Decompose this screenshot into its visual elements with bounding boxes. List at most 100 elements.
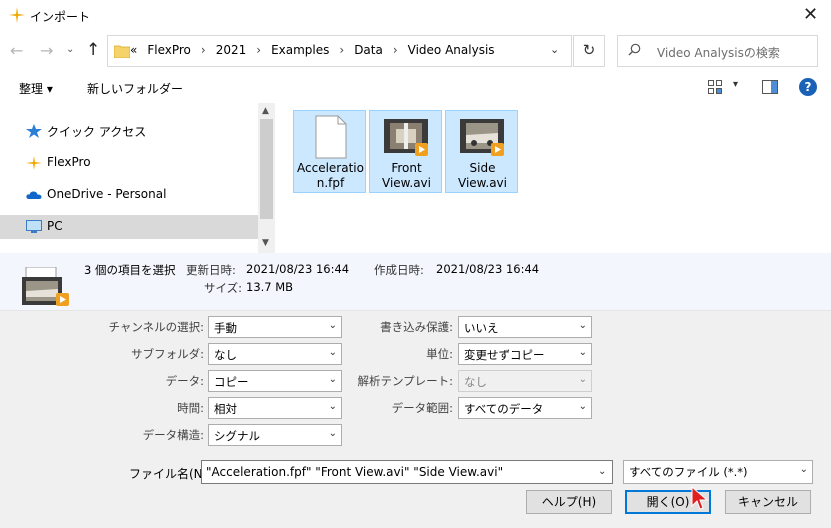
new-folder-button[interactable]: 新しいフォルダー bbox=[87, 80, 183, 97]
channel-select-label: チャンネルの選択: bbox=[108, 320, 204, 334]
breadcrumb-separator[interactable]: › bbox=[201, 43, 206, 57]
back-arrow-icon[interactable]: ← bbox=[10, 41, 23, 60]
mouse-cursor-icon bbox=[691, 486, 709, 510]
channel-select-combo[interactable]: 手動 ⌄ bbox=[208, 316, 342, 338]
scroll-up-icon[interactable]: ▲ bbox=[262, 106, 269, 116]
chevron-down-icon: ⌄ bbox=[578, 374, 587, 385]
time-combo[interactable]: 相対 ⌄ bbox=[208, 397, 342, 419]
scroll-down-icon[interactable]: ▼ bbox=[262, 238, 269, 248]
chevron-down-icon[interactable]: ⌄ bbox=[598, 466, 606, 477]
view-dropdown-icon[interactable]: ▾ bbox=[733, 79, 738, 90]
file-item-acceleration[interactable]: Acceleration.fpf bbox=[293, 110, 366, 193]
sidebar-item-label: クイック アクセス bbox=[47, 125, 147, 139]
sidebar-item-label: OneDrive - Personal bbox=[47, 187, 167, 201]
chevron-down-icon: ⌄ bbox=[578, 347, 587, 358]
breadcrumb-item-flexpro[interactable]: FlexPro bbox=[147, 43, 191, 57]
video-icon bbox=[460, 119, 504, 156]
data-structure-label: データ構造: bbox=[142, 428, 204, 442]
file-type-combo[interactable]: すべてのファイル (*.*) ⌄ bbox=[623, 460, 813, 484]
chevron-down-icon: ⌄ bbox=[328, 320, 337, 331]
created-label: 作成日時: bbox=[374, 263, 424, 277]
recent-locations-chevron-icon[interactable]: ⌄ bbox=[66, 44, 74, 55]
combo-value: コピー bbox=[214, 375, 249, 389]
title-bar: インポート ✕ bbox=[0, 0, 831, 32]
combo-value: なし bbox=[214, 348, 237, 362]
chevron-down-icon: ⌄ bbox=[578, 320, 587, 331]
sidebar-item-flexpro[interactable]: FlexPro bbox=[0, 151, 258, 175]
search-input[interactable]: Video Analysisの検索 bbox=[617, 35, 818, 67]
sidebar-item-pc[interactable]: PC bbox=[0, 215, 258, 239]
subfolder-combo[interactable]: なし ⌄ bbox=[208, 343, 342, 365]
flexpro-app-icon bbox=[9, 7, 25, 23]
address-dropdown-chevron-icon[interactable]: ⌄ bbox=[550, 43, 559, 56]
up-arrow-icon[interactable]: ↑ bbox=[86, 40, 100, 60]
write-protect-label: 書き込み保護: bbox=[380, 320, 453, 334]
subfolder-label: サブフォルダ: bbox=[131, 347, 204, 361]
help-button[interactable]: ヘルプ(H) bbox=[526, 490, 612, 514]
preview-pane-icon[interactable] bbox=[762, 80, 778, 94]
folder-icon bbox=[114, 45, 130, 58]
combo-value: 手動 bbox=[214, 321, 237, 335]
close-button[interactable]: ✕ bbox=[790, 0, 831, 32]
address-bar[interactable]: « FlexPro › 2021 › Examples › Data › Vid… bbox=[107, 35, 572, 67]
document-icon bbox=[315, 115, 347, 159]
combo-value: 変更せずコピー bbox=[464, 348, 545, 362]
chevron-down-icon: ⌄ bbox=[328, 401, 337, 412]
view-options-icon[interactable] bbox=[708, 80, 722, 94]
analysis-template-label: 解析テンプレート: bbox=[357, 374, 453, 388]
unit-label: 単位: bbox=[426, 347, 453, 361]
breadcrumb-separator[interactable]: › bbox=[256, 43, 261, 57]
chevron-down-icon: ⌄ bbox=[328, 347, 337, 358]
file-name: Front View.avi bbox=[382, 161, 431, 190]
star-icon bbox=[26, 124, 42, 138]
write-protect-combo[interactable]: いいえ ⌄ bbox=[458, 316, 592, 338]
help-icon[interactable]: ? bbox=[799, 78, 817, 96]
data-combo[interactable]: コピー ⌄ bbox=[208, 370, 342, 392]
search-placeholder: Video Analysisの検索 bbox=[657, 46, 780, 60]
unit-combo[interactable]: 変更せずコピー ⌄ bbox=[458, 343, 592, 365]
cloud-icon bbox=[26, 191, 42, 199]
scrollbar-thumb[interactable] bbox=[260, 119, 273, 219]
organize-menu-button[interactable]: 整理 ▾ bbox=[19, 80, 53, 97]
sidebar-item-quick-access[interactable]: クイック アクセス bbox=[0, 119, 258, 143]
selection-count: 3 個の項目を選択 bbox=[84, 263, 176, 277]
combo-value: いいえ bbox=[464, 321, 499, 335]
breadcrumb-separator[interactable]: › bbox=[393, 43, 398, 57]
command-bar: 整理 ▾ 新しいフォルダー ▾ ? bbox=[0, 73, 831, 103]
file-name: Acceleration.fpf bbox=[297, 161, 364, 190]
refresh-button[interactable]: ↻ bbox=[573, 35, 605, 67]
data-range-combo[interactable]: すべてのデータ ⌄ bbox=[458, 397, 592, 419]
combo-value: すべてのデータ bbox=[464, 402, 544, 416]
combo-value: シグナル bbox=[214, 429, 260, 443]
combo-value: 相対 bbox=[214, 402, 237, 416]
time-label: 時間: bbox=[177, 401, 204, 415]
created-value: 2021/08/23 16:44 bbox=[436, 262, 540, 276]
forward-arrow-icon[interactable]: → bbox=[40, 41, 53, 60]
breadcrumb-item-data[interactable]: Data bbox=[354, 43, 383, 57]
data-structure-combo[interactable]: シグナル ⌄ bbox=[208, 424, 342, 446]
file-name: Side View.avi bbox=[458, 161, 507, 190]
size-value: 13.7 MB bbox=[246, 280, 294, 294]
size-label: サイズ: bbox=[204, 281, 243, 295]
breadcrumb-item-video-analysis[interactable]: Video Analysis bbox=[408, 43, 495, 57]
chevron-down-icon: ⌄ bbox=[328, 428, 337, 439]
file-name-input[interactable]: "Acceleration.fpf" "Front View.avi" "Sid… bbox=[201, 460, 613, 484]
sidebar-item-label: FlexPro bbox=[47, 155, 91, 169]
data-range-label: データ範囲: bbox=[391, 401, 453, 415]
file-list: Acceleration.fpf Front View.avi Side Vie… bbox=[275, 103, 831, 253]
analysis-template-combo: なし ⌄ bbox=[458, 370, 592, 392]
pc-icon bbox=[26, 220, 42, 233]
breadcrumb-overflow[interactable]: « bbox=[130, 43, 137, 57]
chevron-down-icon: ⌄ bbox=[799, 464, 808, 475]
sidebar-item-onedrive[interactable]: OneDrive - Personal bbox=[0, 183, 258, 207]
breadcrumb-item-2021[interactable]: 2021 bbox=[216, 43, 247, 57]
breadcrumb-item-examples[interactable]: Examples bbox=[271, 43, 329, 57]
file-name-value: "Acceleration.fpf" "Front View.avi" "Sid… bbox=[206, 465, 504, 479]
file-item-side-view[interactable]: Side View.avi bbox=[445, 110, 518, 193]
chevron-down-icon: ⌄ bbox=[578, 401, 587, 412]
modified-label: 更新日時: bbox=[186, 263, 236, 277]
cancel-button[interactable]: キャンセル bbox=[725, 490, 811, 514]
file-name-label: ファイル名(N): bbox=[129, 467, 212, 481]
breadcrumb-separator[interactable]: › bbox=[339, 43, 344, 57]
file-item-front-view[interactable]: Front View.avi bbox=[369, 110, 442, 193]
